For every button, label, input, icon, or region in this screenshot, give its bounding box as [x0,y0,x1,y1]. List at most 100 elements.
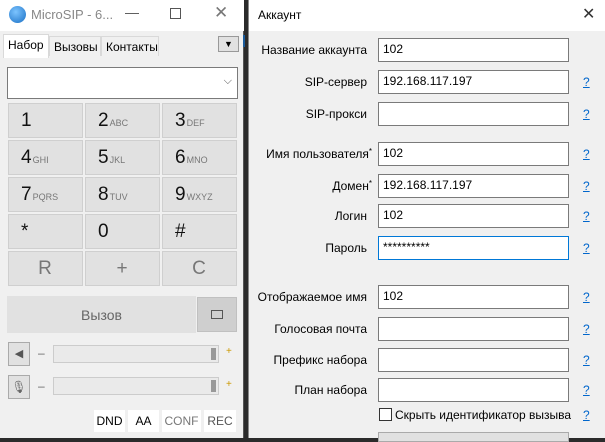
field-value: 192.168.117.197 [383,74,473,88]
auto-answer-button[interactable]: AA [128,410,159,432]
field-input[interactable] [378,378,569,402]
field-input[interactable]: 102 [378,204,569,228]
speaker-volume-slider[interactable] [53,345,219,363]
key-4[interactable]: 4 GHI [8,140,83,175]
help-link[interactable]: ? [583,179,590,193]
field-input[interactable]: 102 [378,38,569,62]
key-digit: + [116,257,128,279]
help-link[interactable]: ? [583,241,590,255]
help-link[interactable]: ? [583,209,590,223]
key-digit: 3 [175,109,186,131]
mic-volume-slider[interactable] [53,377,219,395]
key-digit: # [175,220,186,242]
label-text: План набора [294,383,367,397]
field-input[interactable] [378,317,569,341]
key-7[interactable]: 7 PQRS [8,177,83,212]
key-digit: 6 [175,146,186,168]
field-input[interactable]: 102 [378,142,569,166]
field-value: ********** [383,240,430,254]
key-C[interactable]: C [162,251,237,286]
field-value: 102 [383,42,404,56]
key-1[interactable]: 1 [8,103,83,138]
help-link[interactable]: ? [583,383,590,397]
dialog-title: Аккаунт [258,8,302,22]
help-link[interactable]: ? [583,322,590,336]
key-R[interactable]: R [8,251,83,286]
key-+[interactable]: + [85,251,160,286]
key-*[interactable]: * [8,214,83,249]
key-digit: 8 [98,183,109,205]
help-link[interactable]: ? [583,147,590,161]
dial-number-combobox[interactable]: ⌵ [7,67,238,99]
mic-mute-button[interactable]: 🎙 [8,375,30,399]
key-letters: JKL [109,154,126,165]
label-text: SIP-сервер [304,75,367,89]
field-value: 102 [383,146,404,160]
help-link[interactable]: ? [583,75,590,89]
speaker-mute-button[interactable]: ◀ [8,342,30,366]
tab-calls[interactable]: Вызовы [49,36,101,56]
speaker-icon: ◀ [14,348,24,360]
field-input[interactable]: 192.168.117.197 [378,174,569,198]
key-digit: 4 [21,146,32,168]
chat-icon [211,310,223,319]
tab-contacts[interactable]: Контакты [101,36,159,56]
field-input[interactable]: 102 [378,285,569,309]
key-letters: DEF [186,117,205,128]
field-input[interactable]: 192.168.117.197 [378,70,569,94]
key-digit: 2 [98,109,109,131]
help-link[interactable]: ? [583,107,590,121]
key-letters: MNO [186,154,208,165]
field-label: Домен* [212,179,372,193]
dropdown-field[interactable] [378,432,569,442]
field-input[interactable] [378,102,569,126]
label-text: Логин [334,209,367,223]
key-digit: 9 [175,183,186,205]
title-bar: MicroSIP - 6... — ✕ [0,0,244,31]
hide-caller-id-checkbox[interactable] [379,408,392,421]
conference-button[interactable]: CONF [162,410,201,432]
field-value: 192.168.117.197 [383,178,473,192]
label-text: Название аккаунта [261,43,367,57]
speaker-volume-minus: – [38,346,45,360]
close-button[interactable]: ✕ [214,3,228,23]
key-0[interactable]: 0 [85,214,160,249]
window-title: MicroSIP - 6... [31,7,114,22]
field-label: Логин [207,209,367,223]
key-5[interactable]: 5 JKL [85,140,160,175]
field-input[interactable]: ********** [378,236,569,260]
help-link[interactable]: ? [583,290,590,304]
required-mark: * [368,147,372,156]
help-link[interactable]: ? [583,408,590,422]
key-2[interactable]: 2 ABC [85,103,160,138]
field-value: 102 [383,208,404,222]
key-digit: 0 [98,220,109,242]
field-input[interactable] [378,348,569,372]
field-label: План набора [207,383,367,397]
record-button[interactable]: REC [204,410,236,432]
microphone-icon: 🎙 [11,380,27,394]
field-label: Голосовая почта [207,322,367,336]
dialog-title-bar: Аккаунт ✕ [249,0,605,31]
minimize-button[interactable]: — [125,4,139,20]
field-label: SIP-сервер [207,75,367,89]
mic-volume-minus: – [38,379,45,393]
help-link[interactable]: ? [583,353,590,367]
field-label: Имя пользователя* [212,147,372,161]
key-letters: TUV [109,191,128,202]
label-text: Имя пользователя [266,147,369,161]
close-icon[interactable]: ✕ [582,4,595,24]
key-letters: WXYZ [186,191,213,202]
dnd-button[interactable]: DND [94,410,125,432]
hide-caller-id-label: Скрыть идентификатор вызываю щ [395,408,571,422]
required-mark: * [368,179,372,188]
call-button[interactable]: Вызов [7,296,196,333]
account-dialog: Аккаунт ✕ Название аккаунта 102 SIP-сервер… [248,0,605,442]
key-digit: 5 [98,146,109,168]
maximize-button[interactable] [170,8,181,19]
tab-dial[interactable]: Набор [3,34,49,58]
label-text: Отображаемое имя [257,290,367,304]
key-letters: ABC [109,117,129,128]
key-letters: PQRS [32,191,59,202]
key-8[interactable]: 8 TUV [85,177,160,212]
